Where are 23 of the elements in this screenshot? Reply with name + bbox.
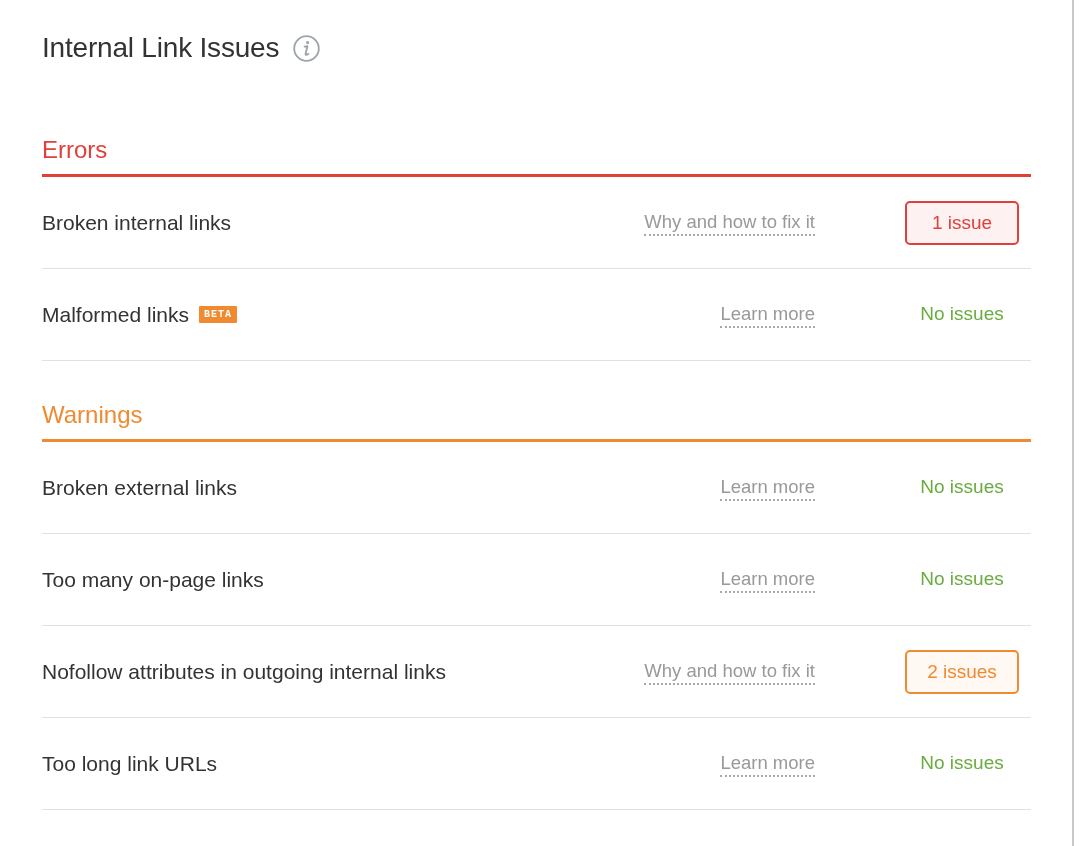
- issues-count-button[interactable]: 1 issue: [905, 200, 1019, 245]
- no-issues-label: No issues: [920, 567, 1004, 592]
- section-heading: Warnings: [42, 399, 1031, 442]
- help-link[interactable]: Learn more: [720, 474, 815, 501]
- check-name: Nofollow attributes in outgoing internal links: [42, 658, 446, 685]
- help-link[interactable]: Why and how to fix it: [644, 209, 815, 236]
- issues-count-button[interactable]: 2 issues: [905, 649, 1019, 694]
- no-issues-label: No issues: [920, 302, 1004, 327]
- help-link[interactable]: Learn more: [720, 301, 815, 328]
- beta-badge: BETA: [199, 306, 238, 323]
- no-issues-label: No issues: [920, 475, 1004, 500]
- no-issues-label: No issues: [920, 751, 1004, 776]
- check-name: Broken external links: [42, 474, 237, 501]
- section-heading: Errors: [42, 134, 1031, 177]
- page-title: Internal Link Issues: [42, 31, 280, 65]
- help-link[interactable]: Learn more: [720, 566, 815, 593]
- check-name: Too many on-page links: [42, 566, 264, 593]
- check-name: Broken internal links: [42, 209, 232, 236]
- check-name: Malformed links: [42, 301, 190, 328]
- help-link[interactable]: Why and how to fix it: [644, 658, 815, 685]
- help-link[interactable]: Learn more: [720, 750, 815, 777]
- check-name: Too long link URLs: [42, 750, 218, 777]
- info-icon[interactable]: [293, 34, 321, 62]
